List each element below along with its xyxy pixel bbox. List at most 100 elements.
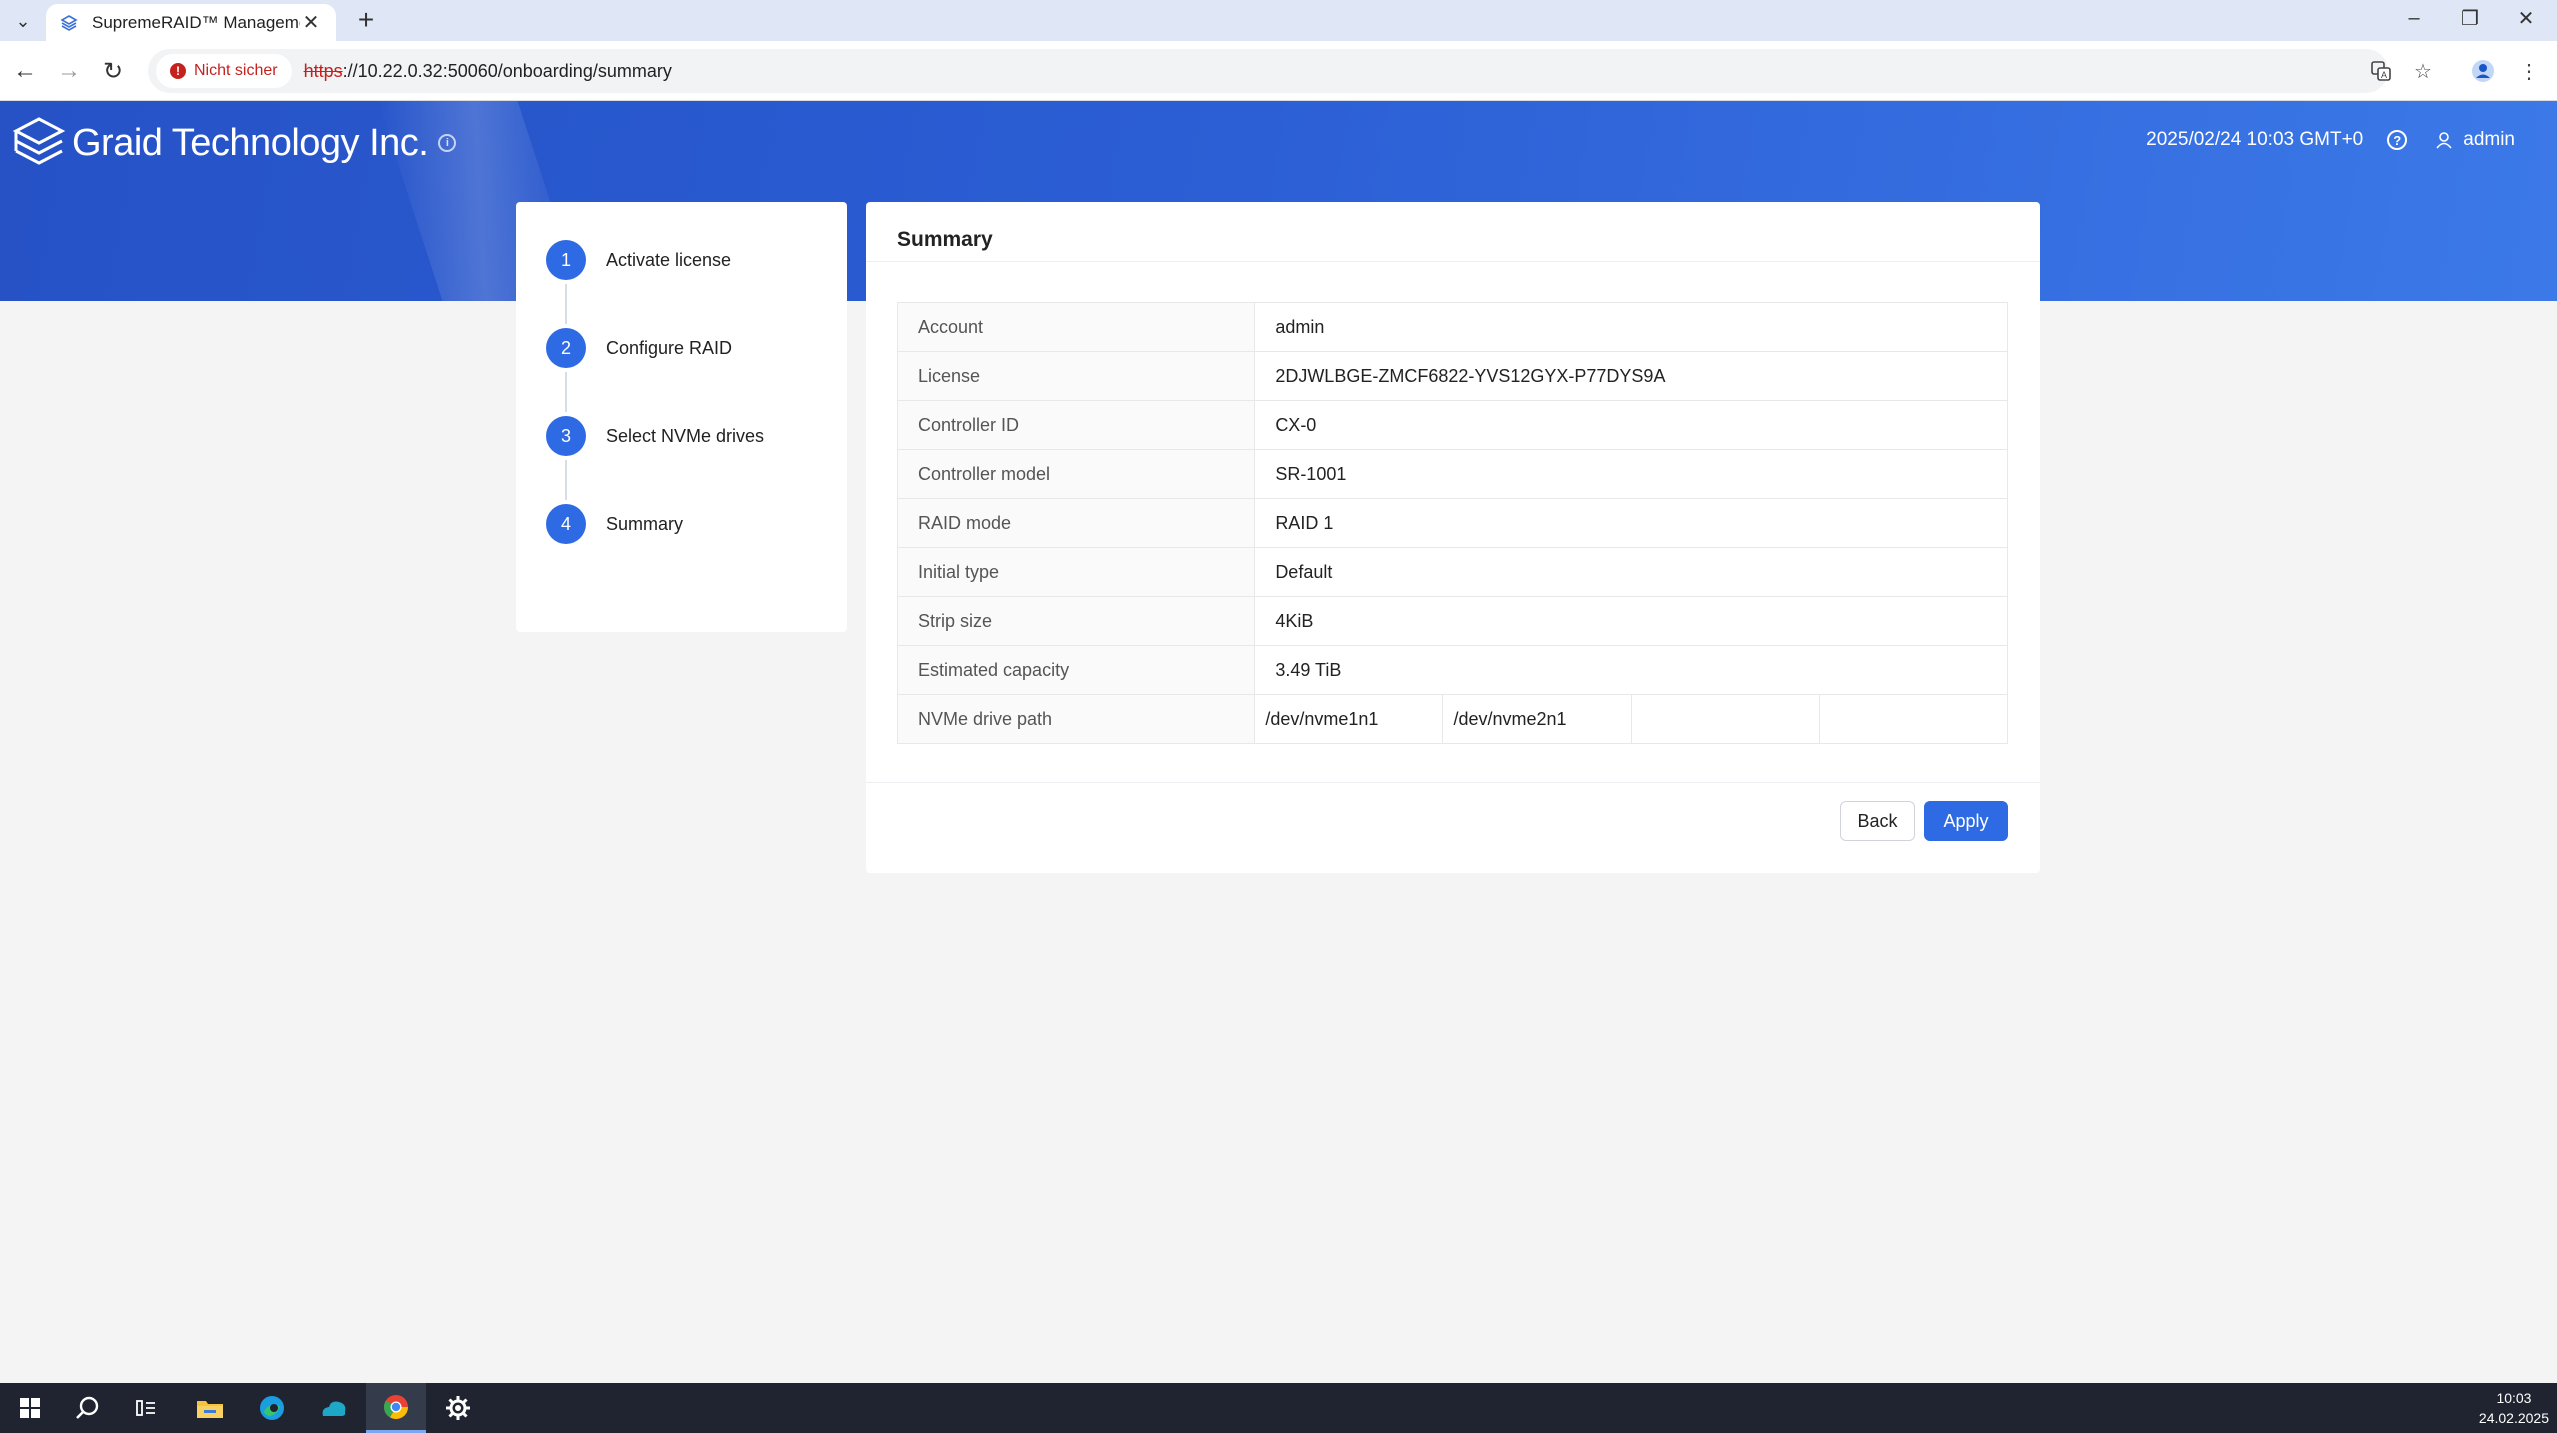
url-text[interactable]: https://10.22.0.32:50060/onboarding/summ… xyxy=(304,61,672,82)
minimize-icon[interactable]: – xyxy=(2386,0,2442,36)
browser-toolbar: ← → ↻ ! Nicht sicher https://10.22.0.32:… xyxy=(0,41,2557,101)
step-configure-raid[interactable]: 2 Configure RAID xyxy=(546,328,847,416)
drive-path-cell: /dev/nvme1n1 xyxy=(1254,694,1444,744)
apply-button[interactable]: Apply xyxy=(1924,801,2008,841)
company-logo[interactable]: Graid Technology Inc. i xyxy=(12,115,457,171)
new-tab-icon[interactable]: + xyxy=(350,4,382,36)
row-key: Controller ID xyxy=(896,400,1256,450)
browser-tab-bar: ⌄ SupremeRAID™ Management C ✕ + – ❐ ✕ xyxy=(0,0,2557,41)
tab-close-icon[interactable]: ✕ xyxy=(300,10,322,35)
row-value: 3.49 TiB xyxy=(1254,645,2008,695)
clock-time: 10:03 xyxy=(2496,1390,2532,1406)
search-icon[interactable] xyxy=(58,1383,118,1433)
system-clock[interactable]: 10:03 24.02.2025 xyxy=(2479,1388,2549,1428)
user-menu[interactable]: admin xyxy=(2435,129,2515,151)
row-value: 2DJWLBGE-ZMCF6822-YVS12GYX-P77DYS9A xyxy=(1254,351,2008,401)
step-label: Summary xyxy=(606,514,684,534)
header-datetime: 2025/02/24 10:03 GMT+0 xyxy=(2146,129,2364,150)
more-menu-icon[interactable]: ⋮ xyxy=(2512,54,2546,88)
app-container: Graid Technology Inc. i 2025/02/24 10:03… xyxy=(0,101,2557,1383)
tab-title: SupremeRAID™ Management C xyxy=(92,12,300,32)
profile-icon[interactable] xyxy=(2466,54,2500,88)
task-view-icon[interactable] xyxy=(116,1383,176,1433)
row-value: RAID 1 xyxy=(1254,498,2008,548)
back-button[interactable]: Back xyxy=(1840,801,1915,841)
drive-path-cell: /dev/nvme2n1 xyxy=(1442,694,1632,744)
table-row: Initial type Default xyxy=(896,547,2008,597)
window-close-icon[interactable]: ✕ xyxy=(2498,0,2554,36)
restore-icon[interactable]: ❐ xyxy=(2442,0,2498,36)
step-connector xyxy=(565,372,567,412)
row-value: CX-0 xyxy=(1254,400,2008,450)
security-label: Nicht sicher xyxy=(194,62,278,79)
clock-date: 24.02.2025 xyxy=(2478,1410,2549,1426)
address-bar[interactable]: ! Nicht sicher https://10.22.0.32:50060/… xyxy=(148,49,2388,93)
summary-footer-divider xyxy=(866,782,2040,783)
reload-icon[interactable]: ↻ xyxy=(96,54,130,88)
table-row: Estimated capacity 3.49 TiB xyxy=(896,645,2008,695)
row-value: SR-1001 xyxy=(1254,449,2008,499)
browser-tab[interactable]: SupremeRAID™ Management C ✕ xyxy=(46,4,336,41)
step-number: 1 xyxy=(546,240,586,280)
onboarding-steps: 1 Activate license 2 Configure RAID 3 Se… xyxy=(516,202,847,632)
tab-search-icon[interactable]: ⌄ xyxy=(8,6,38,36)
windows-start-icon[interactable] xyxy=(0,1383,60,1433)
summary-table: Account admin License 2DJWLBGE-ZMCF6822-… xyxy=(896,302,2009,744)
table-row: Controller ID CX-0 xyxy=(896,400,2008,450)
file-explorer-icon[interactable] xyxy=(180,1383,240,1433)
step-label: Select NVMe drives xyxy=(606,426,765,446)
row-key: Estimated capacity xyxy=(896,645,1256,695)
forward-arrow-icon[interactable]: → xyxy=(52,54,86,88)
table-row-drive-path: NVMe drive path /dev/nvme1n1 /dev/nvme2n… xyxy=(896,694,2009,744)
step-summary[interactable]: 4 Summary xyxy=(546,504,847,592)
step-number: 4 xyxy=(546,504,586,544)
summary-card: Summary Account admin License 2DJWLBGE-Z… xyxy=(866,202,2040,873)
table-row: RAID mode RAID 1 xyxy=(896,498,2008,548)
row-key: Account xyxy=(896,302,1256,352)
windows-taskbar: 10:03 24.02.2025 xyxy=(0,1383,2557,1433)
back-arrow-icon[interactable]: ← xyxy=(8,54,42,88)
table-row: Account admin xyxy=(896,302,2008,352)
info-icon[interactable]: i xyxy=(438,134,457,152)
security-chip[interactable]: ! Nicht sicher xyxy=(156,54,292,88)
row-key: RAID mode xyxy=(896,498,1256,548)
row-value: Default xyxy=(1254,547,2008,597)
warning-icon: ! xyxy=(170,63,186,79)
step-select-nvme-drives[interactable]: 3 Select NVMe drives xyxy=(546,416,847,504)
help-icon[interactable]: ? xyxy=(2387,130,2408,150)
row-key: License xyxy=(896,351,1256,401)
edge-browser-icon[interactable] xyxy=(242,1383,302,1433)
svg-text:A: A xyxy=(2381,70,2387,80)
row-key: NVMe drive path xyxy=(896,694,1256,744)
chrome-browser-icon[interactable] xyxy=(366,1383,426,1433)
drive-path-cell xyxy=(1818,694,2009,744)
step-number: 2 xyxy=(546,328,586,368)
settings-gear-icon[interactable] xyxy=(428,1383,488,1433)
step-connector xyxy=(565,284,567,324)
row-key: Strip size xyxy=(896,596,1256,646)
drive-path-cell xyxy=(1630,694,1820,744)
step-number: 3 xyxy=(546,416,586,456)
company-name: Graid Technology Inc. xyxy=(72,121,429,164)
url-path: ://10.22.0.32:50060/onboarding/summary xyxy=(342,60,672,81)
step-connector xyxy=(565,460,567,500)
summary-title: Summary xyxy=(866,202,2040,262)
graid-logo-icon xyxy=(12,117,66,165)
table-row: License 2DJWLBGE-ZMCF6822-YVS12GYX-P77DY… xyxy=(896,351,2008,401)
row-key: Controller model xyxy=(896,449,1256,499)
header-right: 2025/02/24 10:03 GMT+0 ? admin xyxy=(2146,129,2515,151)
row-key: Initial type xyxy=(896,547,1256,597)
user-name: admin xyxy=(2463,129,2515,150)
url-scheme: https xyxy=(303,60,343,81)
cloud-app-icon[interactable] xyxy=(304,1383,364,1433)
layers-icon xyxy=(60,13,80,33)
step-label: Activate license xyxy=(606,250,732,270)
bookmark-star-icon[interactable]: ☆ xyxy=(2406,54,2440,88)
row-value: admin xyxy=(1254,302,2008,352)
row-value: 4KiB xyxy=(1254,596,2008,646)
step-activate-license[interactable]: 1 Activate license xyxy=(546,240,847,328)
user-icon xyxy=(2436,132,2452,149)
step-label: Configure RAID xyxy=(606,338,733,358)
translate-icon[interactable]: A xyxy=(2364,54,2398,88)
table-row: Controller model SR-1001 xyxy=(896,449,2008,499)
